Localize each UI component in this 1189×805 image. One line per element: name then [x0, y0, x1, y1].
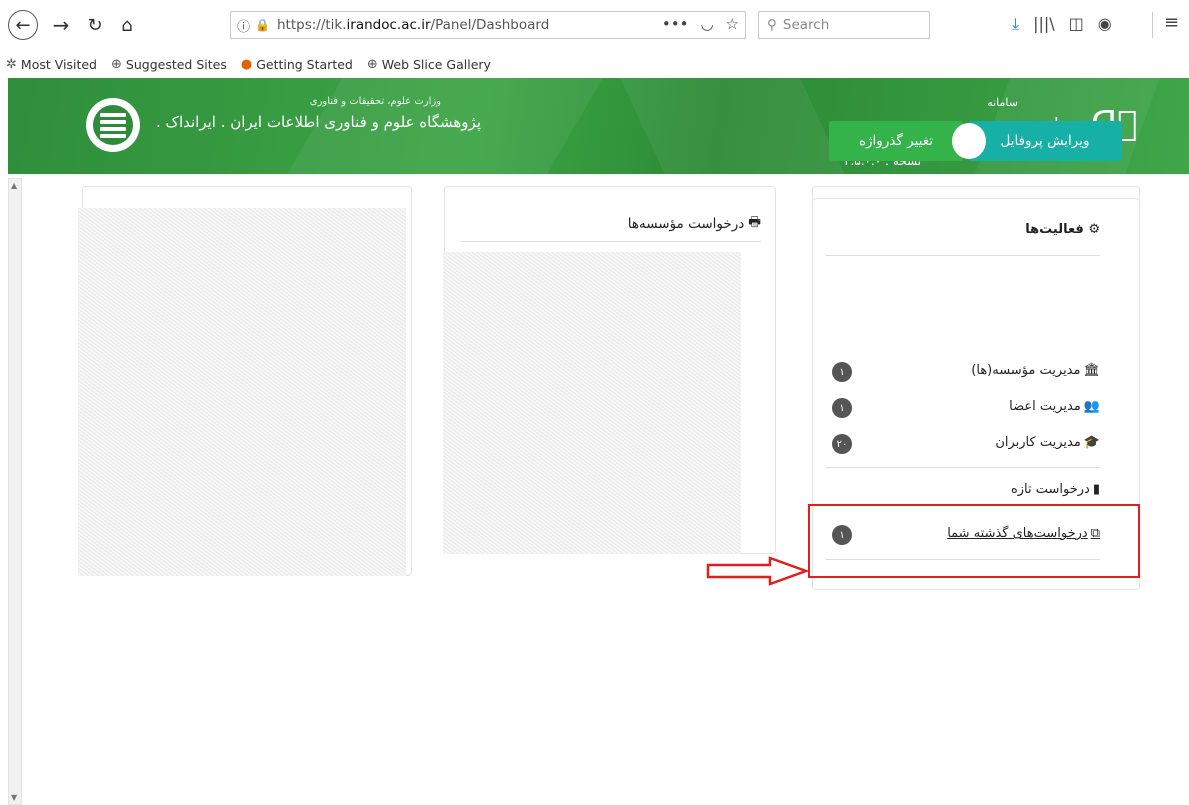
toggle-knob [952, 123, 986, 159]
divider [826, 467, 1100, 468]
printer-icon: 🖶 [748, 214, 761, 230]
globe-icon: ⊕ [111, 56, 122, 72]
activity-item-members[interactable]: 👥مدیریت اعضا ۱ [826, 395, 1100, 421]
page-scrollbar[interactable]: ▲ ▼ [8, 178, 22, 805]
forward-button[interactable]: → [46, 10, 76, 40]
bookmark-most-visited[interactable]: ✲ Most Visited [6, 57, 97, 72]
forward-arrow-icon: → [52, 13, 70, 37]
bookmark-label: Getting Started [256, 56, 353, 72]
file-icon: ▮ [1092, 482, 1100, 497]
activities-title-text: فعالیت‌ها [1025, 222, 1084, 237]
org-ministry: وزارت علوم، تحقیقات و فناوری [309, 96, 441, 107]
bookmarks-toolbar: ✲ Most Visited ⊕ Suggested Sites ● Getting … [0, 50, 1189, 78]
account-icon[interactable]: ◉ [1098, 14, 1112, 34]
bookmark-suggested-sites[interactable]: ⊕ Suggested Sites [111, 57, 227, 72]
browser-toolbar: ← → ↻ ⌂ ⓘ 🔒 https://tik.irandoc.ac.ir/Pa… [0, 0, 1189, 50]
org-title: وزارت علوم، تحقیقات و فناوری پژوهشگاه عل… [156, 96, 481, 131]
org-name: پژوهشگاه علوم و فناوری اطلاعات ایران . ا… [156, 113, 481, 131]
page-viewport: وزارت علوم، تحقیقات و فناوری پژوهشگاه عل… [0, 78, 1189, 805]
blurred-content-middle [443, 252, 741, 554]
panel-title-text: درخواست مؤسسه‌ها [627, 215, 745, 232]
firefox-icon: ● [240, 56, 253, 72]
sidebar-icon[interactable]: ◫ [1069, 14, 1084, 34]
org-logo[interactable] [86, 98, 140, 152]
divider [826, 255, 1100, 256]
bookmark-getting-started[interactable]: ● Getting Started [241, 57, 353, 72]
globe-icon: ⊕ [366, 56, 378, 72]
activity-label: مدیریت اعضا [1009, 399, 1081, 414]
activities-title: ⚙ فعالیت‌ها [830, 222, 1100, 237]
pocket-icon[interactable]: ◡ [700, 15, 713, 33]
url-path: /Panel/Dashboard [430, 17, 550, 33]
graduation-cap-icon: 🎓 [1083, 435, 1100, 450]
edit-profile-button[interactable]: ویرایش پروفایل [968, 121, 1122, 161]
bookmark-web-slice-gallery[interactable]: ⊕ Web Slice Gallery [367, 57, 491, 72]
url-domain: irandoc.ac.ir [346, 17, 431, 33]
url-bar[interactable]: ⓘ 🔒 https://tik.irandoc.ac.ir/Panel/Dash… [230, 11, 746, 39]
bookmark-label: Suggested Sites [125, 56, 227, 72]
info-icon[interactable]: ⓘ [237, 16, 255, 35]
change-password-button[interactable]: تغییر گذرواژه [829, 121, 963, 161]
divider [461, 241, 761, 242]
count-badge: ۱ [832, 398, 852, 418]
bookmark-label: Most Visited [20, 56, 97, 72]
menu-icon[interactable]: ≡ [1164, 12, 1179, 33]
activity-item-users[interactable]: 🎓مدیریت کاربران ۲۰ [826, 431, 1100, 457]
count-badge: ۲۰ [832, 434, 852, 454]
users-icon: 👥 [1083, 399, 1100, 414]
app-subtitle: سامانه [987, 96, 1018, 109]
back-button[interactable]: ← [8, 10, 38, 40]
search-input[interactable]: ⚲ Search [758, 11, 930, 39]
activity-label: مدیریت کاربران [995, 435, 1081, 450]
highlight-box [808, 504, 1140, 578]
url-text[interactable]: https://tik.irandoc.ac.ir/Panel/Dashboar… [277, 17, 549, 33]
home-icon: ⌂ [121, 14, 133, 36]
scroll-down-icon[interactable]: ▼ [11, 793, 17, 802]
annotation-arrow-icon [706, 556, 810, 586]
bookmark-star-icon[interactable]: ☆ [726, 15, 739, 33]
reload-button[interactable]: ↻ [80, 10, 110, 40]
search-icon: ⚲ [767, 17, 777, 33]
back-arrow-icon: ← [15, 14, 31, 36]
url-prefix: https://tik. [277, 17, 347, 33]
blurred-content-left [78, 208, 406, 576]
scroll-up-icon[interactable]: ▲ [11, 181, 17, 190]
activity-label: درخواست تازه [1010, 482, 1090, 497]
bank-icon: 🏛 [1083, 363, 1100, 378]
panel-title: 🖶 درخواست مؤسسه‌ها [628, 212, 761, 235]
activity-label: مدیریت مؤسسه(ها) [971, 363, 1081, 378]
home-button[interactable]: ⌂ [112, 10, 142, 40]
gears-icon: ⚙ [1088, 222, 1100, 237]
download-icon[interactable]: ⤓ [1012, 14, 1019, 34]
bookmark-label: Web Slice Gallery [381, 56, 491, 72]
reload-icon: ↻ [87, 14, 103, 36]
activity-item-new-request[interactable]: ▮درخواست تازه [826, 478, 1100, 504]
search-placeholder: Search [782, 17, 830, 33]
toolbar-separator [1152, 12, 1153, 38]
gear-icon: ✲ [6, 56, 17, 72]
more-actions-icon[interactable]: ••• [662, 15, 689, 33]
activity-item-institutions[interactable]: 🏛مدیریت مؤسسه(ها) ۱ [826, 359, 1100, 385]
library-icon[interactable]: |||\ [1033, 14, 1055, 34]
count-badge: ۱ [832, 362, 852, 382]
lock-icon: 🔒 [255, 18, 270, 32]
